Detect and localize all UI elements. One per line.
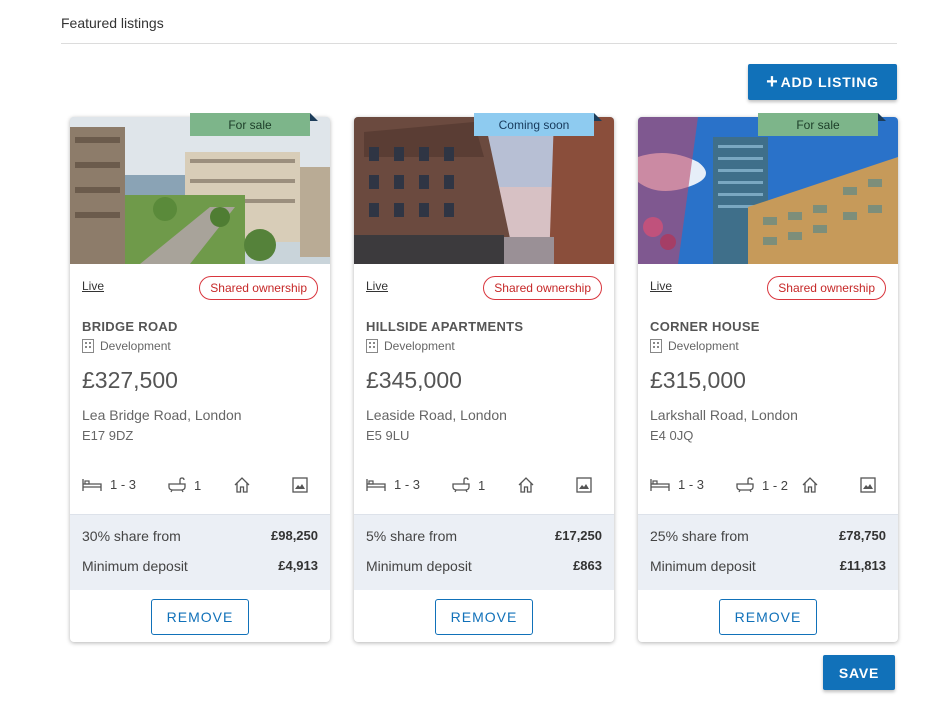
home-icon xyxy=(802,477,818,493)
features-row: 1 - 3 1 xyxy=(82,477,318,497)
features-row: 1 - 3 1 - 2 xyxy=(650,477,886,497)
status-ribbon: For sale xyxy=(758,113,878,136)
share-row: 30% share from £98,250 xyxy=(82,528,318,544)
property-type[interactable] xyxy=(234,477,258,493)
listing-name: HILLSIDE APARTMENTS xyxy=(366,319,524,334)
bath-icon xyxy=(168,477,186,493)
listing-price: £315,000 xyxy=(650,367,746,393)
address-line2: E4 0JQ xyxy=(650,428,694,443)
address-line1: Leaside Road, London xyxy=(366,407,507,423)
bathrooms: 1 xyxy=(452,477,485,493)
status-ribbon: For sale xyxy=(190,113,310,136)
listing-type-label: Development xyxy=(100,339,171,353)
listing-image[interactable] xyxy=(354,117,614,264)
remove-button[interactable]: REMOVE xyxy=(435,599,533,635)
remove-button[interactable]: REMOVE xyxy=(719,599,817,635)
deposit-value: £863 xyxy=(573,558,602,573)
share-label: 25% share from xyxy=(650,528,749,544)
listing-price: £327,500 xyxy=(82,367,178,393)
address-line2: E5 9LU xyxy=(366,428,410,443)
listing-type: Development xyxy=(366,339,455,353)
gallery[interactable] xyxy=(292,477,316,493)
bathrooms-value: 1 - 2 xyxy=(762,477,789,493)
share-label: 5% share from xyxy=(366,528,458,544)
address-line1: Larkshall Road, London xyxy=(650,407,798,423)
bedrooms: 1 - 3 xyxy=(82,477,136,492)
bedrooms: 1 - 3 xyxy=(650,477,704,492)
listing-type: Development xyxy=(82,339,171,353)
bed-icon xyxy=(366,478,386,491)
property-type[interactable] xyxy=(802,477,826,493)
address-line1: Lea Bridge Road, London xyxy=(82,407,242,423)
shares-panel: 25% share from £78,750 Minimum deposit £… xyxy=(638,514,898,590)
image-icon xyxy=(576,477,592,493)
bed-icon xyxy=(82,478,102,491)
share-row: 5% share from £17,250 xyxy=(366,528,602,544)
live-link[interactable]: Live xyxy=(366,279,388,293)
bedrooms: 1 - 3 xyxy=(366,477,420,492)
shared-ownership-badge: Shared ownership xyxy=(199,276,318,300)
listing-price: £345,000 xyxy=(366,367,462,393)
share-label: 30% share from xyxy=(82,528,181,544)
listing-card: For sale Live Shared ownership BRIDGE RO… xyxy=(70,113,330,642)
bathrooms-value: 1 xyxy=(478,477,486,493)
bathrooms: 1 xyxy=(168,477,201,493)
bath-icon xyxy=(452,477,470,493)
save-button[interactable]: SAVE xyxy=(823,655,895,690)
building-icon xyxy=(650,339,662,353)
shared-ownership-badge: Shared ownership xyxy=(483,276,602,300)
add-listing-label: ADD LISTING xyxy=(780,74,879,90)
shares-panel: 30% share from £98,250 Minimum deposit £… xyxy=(70,514,330,590)
image-icon xyxy=(860,477,876,493)
plus-icon: + xyxy=(766,71,779,93)
address-line2: E17 9DZ xyxy=(82,428,134,443)
status-ribbon: Coming soon xyxy=(474,113,594,136)
live-link[interactable]: Live xyxy=(82,279,104,293)
deposit-row: Minimum deposit £4,913 xyxy=(82,558,318,574)
home-icon xyxy=(234,477,250,493)
bedrooms-value: 1 - 3 xyxy=(110,477,137,492)
section-title: Featured listings xyxy=(61,15,164,31)
building-icon xyxy=(366,339,378,353)
share-value: £17,250 xyxy=(555,528,602,543)
bedrooms-value: 1 - 3 xyxy=(394,477,421,492)
building-icon xyxy=(82,339,94,353)
listing-image[interactable] xyxy=(638,117,898,264)
listing-image[interactable] xyxy=(70,117,330,264)
share-value: £78,750 xyxy=(839,528,886,543)
shared-ownership-badge: Shared ownership xyxy=(767,276,886,300)
property-type[interactable] xyxy=(518,477,542,493)
deposit-value: £11,813 xyxy=(839,558,886,573)
bedrooms-value: 1 - 3 xyxy=(678,477,705,492)
share-row: 25% share from £78,750 xyxy=(650,528,886,544)
image-icon xyxy=(292,477,308,493)
listing-card: Coming soon Live Shared ownership HILLSI… xyxy=(354,113,614,642)
bath-icon xyxy=(736,477,754,493)
listing-card: For sale Live Shared ownership CORNER HO… xyxy=(638,113,898,642)
deposit-row: Minimum deposit £11,813 xyxy=(650,558,886,574)
features-row: 1 - 3 1 xyxy=(366,477,602,497)
bathrooms: 1 - 2 xyxy=(736,477,788,493)
share-value: £98,250 xyxy=(271,528,318,543)
deposit-label: Minimum deposit xyxy=(650,558,756,574)
gallery[interactable] xyxy=(860,477,884,493)
live-link[interactable]: Live xyxy=(650,279,672,293)
deposit-row: Minimum deposit £863 xyxy=(366,558,602,574)
bathrooms-value: 1 xyxy=(194,477,202,493)
listing-name: BRIDGE ROAD xyxy=(82,319,178,334)
listing-type-label: Development xyxy=(668,339,739,353)
listing-name: CORNER HOUSE xyxy=(650,319,760,334)
shares-panel: 5% share from £17,250 Minimum deposit £8… xyxy=(354,514,614,590)
add-listing-button[interactable]: + ADD LISTING xyxy=(748,64,897,100)
home-icon xyxy=(518,477,534,493)
divider xyxy=(61,43,897,44)
deposit-label: Minimum deposit xyxy=(82,558,188,574)
remove-button[interactable]: REMOVE xyxy=(151,599,249,635)
listing-type: Development xyxy=(650,339,739,353)
listing-type-label: Development xyxy=(384,339,455,353)
gallery[interactable] xyxy=(576,477,600,493)
deposit-value: £4,913 xyxy=(278,558,318,573)
deposit-label: Minimum deposit xyxy=(366,558,472,574)
bed-icon xyxy=(650,478,670,491)
